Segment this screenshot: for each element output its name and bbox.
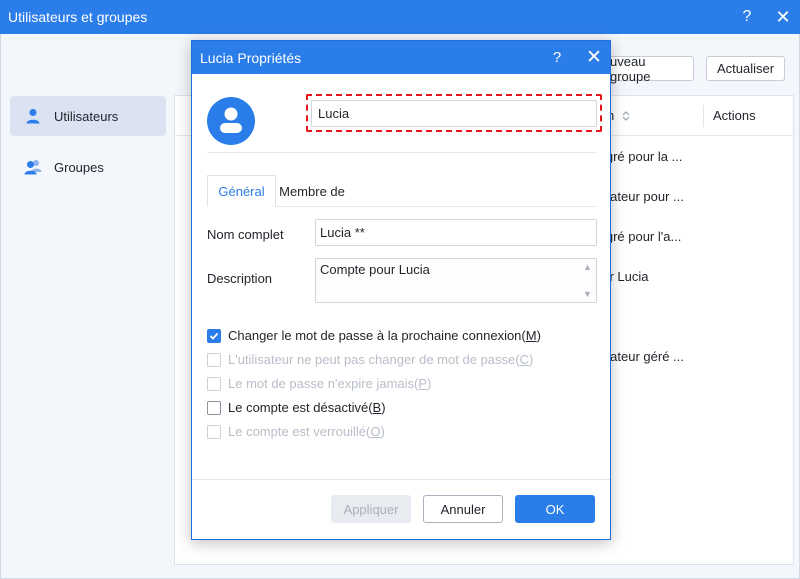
checkbox-checked[interactable] xyxy=(207,328,221,343)
dialog-titlebar[interactable]: Lucia Propriétés ? ✕ xyxy=(192,41,610,74)
tab-member-of[interactable]: Membre de xyxy=(276,175,348,207)
description-textarea[interactable]: Compte pour Lucia xyxy=(315,258,597,303)
account-name-input[interactable] xyxy=(311,100,597,127)
sidebar-item-label: Utilisateurs xyxy=(54,108,119,124)
option-account-locked: Le compte est verrouillé(O) xyxy=(207,424,385,439)
dialog-help-button[interactable]: ? xyxy=(542,41,572,74)
option-label: Le mot de passe n'expire jamais(P) xyxy=(228,376,432,391)
window-titlebar: Utilisateurs et groupes ? ✕ xyxy=(0,0,800,34)
ok-button[interactable]: OK xyxy=(515,495,595,523)
option-label: Le compte est verrouillé(O) xyxy=(228,424,385,439)
dialog-close-button[interactable]: ✕ xyxy=(579,41,609,74)
column-header-actions: Actions xyxy=(713,108,756,123)
dialog-title: Lucia Propriétés xyxy=(200,49,302,66)
sidebar-item-groups[interactable]: Groupes xyxy=(10,147,166,187)
checkbox-unchecked xyxy=(207,352,221,367)
option-label: Changer le mot de passe à la prochaine c… xyxy=(228,328,541,343)
new-group-button[interactable]: uveau groupe xyxy=(601,54,694,84)
option-change-password-next-logon[interactable]: Changer le mot de passe à la prochaine c… xyxy=(207,328,541,343)
column-divider xyxy=(703,105,704,127)
apply-button: Appliquer xyxy=(331,495,411,523)
option-password-never-expires: Le mot de passe n'expire jamais(P) xyxy=(207,376,431,391)
sidebar-item-users[interactable]: Utilisateurs xyxy=(10,96,166,136)
full-name-input[interactable] xyxy=(315,219,597,246)
tab-general[interactable]: Général xyxy=(207,175,276,207)
properties-dialog: Lucia Propriétés ? ✕ Général Membre de N… xyxy=(191,40,611,540)
window-help-button[interactable]: ? xyxy=(730,0,764,34)
divider xyxy=(207,152,597,153)
description-scrollbar[interactable]: ▲ ▼ xyxy=(579,259,596,302)
footer-divider xyxy=(192,479,610,480)
group-icon xyxy=(24,158,42,176)
cancel-button[interactable]: Annuler xyxy=(423,495,503,523)
scroll-up-icon[interactable]: ▲ xyxy=(583,262,592,272)
scroll-down-icon[interactable]: ▼ xyxy=(583,289,592,299)
user-avatar-icon xyxy=(207,97,255,145)
option-cannot-change-password: L'utilisateur ne peut pas changer de mot… xyxy=(207,352,533,367)
sort-icon[interactable] xyxy=(621,110,631,122)
window-title: Utilisateurs et groupes xyxy=(8,9,148,25)
description-label: Description xyxy=(207,271,273,286)
window-close-button[interactable]: ✕ xyxy=(766,0,800,34)
checkbox-unchecked xyxy=(207,424,221,439)
option-label: L'utilisateur ne peut pas changer de mot… xyxy=(228,352,534,367)
checkbox-unchecked xyxy=(207,376,221,391)
checkbox-unchecked[interactable] xyxy=(207,400,221,415)
refresh-button[interactable]: Actualiser xyxy=(706,56,785,81)
option-label: Le compte est désactivé(B) xyxy=(228,400,386,415)
user-icon xyxy=(24,107,42,125)
checkmark-icon xyxy=(209,332,219,340)
sidebar-item-label: Groupes xyxy=(54,159,104,175)
option-account-disabled[interactable]: Le compte est désactivé(B) xyxy=(207,400,386,415)
full-name-label: Nom complet xyxy=(207,227,284,242)
